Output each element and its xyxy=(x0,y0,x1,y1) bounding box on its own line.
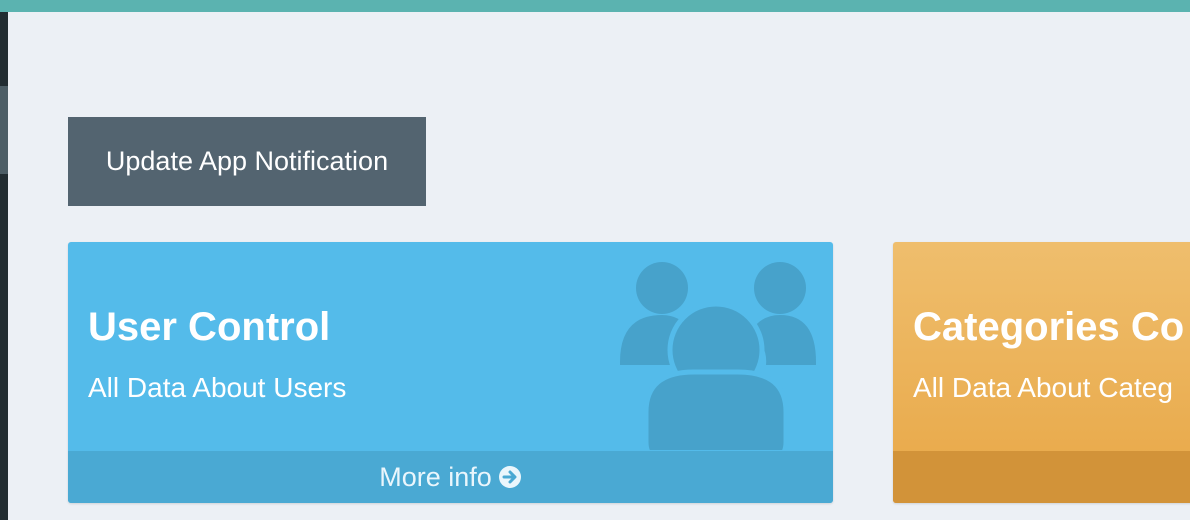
users-icon xyxy=(620,262,816,450)
card-title: Categories Co xyxy=(913,305,1185,349)
sidebar-active-item[interactable] xyxy=(0,86,8,174)
more-info-link[interactable] xyxy=(893,451,1190,503)
more-info-label: More info xyxy=(379,462,492,492)
card-subtitle: All Data About Categ xyxy=(913,372,1173,403)
update-app-notification-button[interactable]: Update App Notification xyxy=(68,117,426,206)
arrow-circle-right-icon xyxy=(498,465,521,488)
categories-control-card: Categories Co All Data About Categ xyxy=(893,242,1190,503)
card-subtitle: All Data About Users xyxy=(88,372,347,403)
sidebar-edge xyxy=(0,12,8,520)
user-control-card: User Control All Data About Users More i… xyxy=(68,242,833,503)
more-info-link[interactable]: More info xyxy=(68,451,833,503)
card-title: User Control xyxy=(88,305,331,349)
top-header-bar xyxy=(0,0,1190,12)
